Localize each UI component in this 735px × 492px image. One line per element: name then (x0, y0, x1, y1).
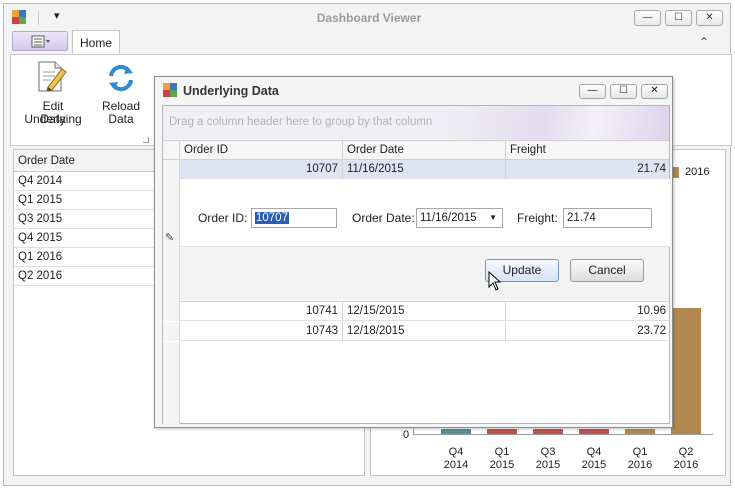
x-label-q1-2016: Q1 2016 (627, 446, 653, 471)
column-header-order-date[interactable]: Order Date (343, 141, 506, 160)
x-label-q4-2015: Q4 2015 (581, 446, 607, 471)
table-row[interactable]: 10707 11/16/2015 21.74 (163, 160, 669, 179)
reload-data-label-2: Data (108, 112, 134, 126)
order-id-input[interactable]: 10707 (251, 208, 337, 228)
group-panel[interactable]: Drag a column header here to group by th… (163, 106, 669, 141)
x-label-q2-2016: Q2 2016 (673, 446, 699, 471)
window-title: Dashboard Viewer (316, 11, 422, 25)
mouse-cursor-icon (488, 271, 502, 291)
order-id-selected-text: 10707 (255, 212, 289, 224)
row-indicator[interactable] (163, 322, 180, 341)
tab-home[interactable]: Home (72, 30, 120, 55)
row-indicator[interactable] (163, 160, 180, 179)
freight-input[interactable]: 21.74 (563, 208, 652, 228)
qat-separator (38, 11, 39, 25)
dialog-app-icon (163, 83, 177, 97)
dialog-close-button[interactable]: ✕ (641, 84, 668, 99)
edit-underlying-data-label-2: Data (40, 112, 66, 126)
column-header-row: Order ID Order Date Freight (163, 141, 669, 160)
qat-customize-icon[interactable]: ▾ (54, 9, 66, 23)
reload-icon (109, 64, 133, 92)
x-label-q3-2015: Q3 2015 (535, 446, 561, 471)
edit-document-icon (38, 61, 67, 92)
order-date-value: 11/16/2015 (420, 212, 477, 224)
row-indicator-header[interactable] (163, 141, 180, 160)
dialog-title: Underlying Data (183, 84, 279, 98)
ribbon-collapse-icon[interactable]: ⌃ (696, 35, 712, 49)
group-panel-hint: Drag a column header here to group by th… (169, 116, 433, 128)
reload-data-button[interactable]: Reload Data (101, 60, 141, 128)
x-label-q1-2015: Q1 2015 (489, 446, 515, 471)
dialog-maximize-button[interactable]: ☐ (610, 84, 637, 99)
bar-q1-2016[interactable] (625, 429, 655, 434)
edit-row-indicator: ✎ (163, 179, 180, 302)
bar-q3-2015[interactable] (533, 429, 563, 434)
chevron-down-icon[interactable]: ▼ (489, 209, 497, 227)
close-button[interactable]: ✕ (696, 10, 723, 26)
dialog-minimize-button[interactable]: — (579, 84, 606, 99)
order-date-label: Order Date: (352, 211, 415, 225)
menu-icon (31, 35, 50, 48)
inline-edit-form: ✎ Order ID: 10707 Order Date: 11/16/2015… (163, 179, 670, 302)
order-date-picker[interactable]: 11/16/2015 ▼ (416, 208, 503, 228)
bar-q4-2014[interactable] (441, 429, 471, 434)
column-header-freight[interactable]: Freight (506, 141, 670, 160)
cell-order-date[interactable]: 11/16/2015 (343, 160, 506, 179)
cell-order-date[interactable]: 12/15/2015 (343, 302, 506, 321)
y-axis-zero-label: 0 (403, 429, 410, 441)
cell-order-date[interactable]: 12/18/2015 (343, 322, 506, 341)
app-icon (12, 10, 26, 24)
application-menu-button[interactable] (12, 31, 68, 51)
bar-q2-2016[interactable] (671, 308, 701, 434)
column-header-order-id[interactable]: Order ID (180, 141, 343, 160)
row-indicator-filler (163, 342, 180, 424)
cell-order-id[interactable]: 10743 (180, 322, 343, 341)
cell-order-id[interactable]: 10741 (180, 302, 343, 321)
order-id-label: Order ID: (198, 211, 248, 225)
cell-freight[interactable]: 10.96 (506, 302, 670, 321)
bar-q4-2015[interactable] (579, 429, 609, 434)
row-indicator[interactable] (163, 302, 180, 321)
cancel-button[interactable]: Cancel (570, 259, 644, 282)
legend-label-2016: 2016 (685, 166, 710, 178)
table-row[interactable]: 10741 12/15/2015 10.96 (163, 302, 669, 321)
underlying-data-dialog: Underlying Data — ☐ ✕ Drag a column head… (154, 76, 673, 428)
main-window: ▾ Dashboard Viewer — ☐ ✕ Home ⌃ Edit Und… (3, 3, 732, 486)
chart-axis-tick (413, 429, 414, 435)
chart-x-axis (413, 434, 713, 435)
maximize-button[interactable]: ☐ (665, 10, 692, 26)
cell-freight[interactable]: 23.72 (506, 322, 670, 341)
x-label-q4-2014: Q4 2014 (443, 446, 469, 471)
cell-freight[interactable]: 21.74 (506, 160, 670, 179)
table-row[interactable]: 10743 12/18/2015 23.72 (163, 322, 669, 341)
group-dialog-launcher-icon[interactable] (143, 137, 149, 143)
cell-order-id[interactable]: 10707 (180, 160, 343, 179)
edit-underlying-data-button[interactable]: Edit Underlying Data (13, 60, 93, 128)
minimize-button[interactable]: — (634, 10, 661, 26)
bar-q1-2015[interactable] (487, 429, 517, 434)
underlying-data-grid: Drag a column header here to group by th… (162, 105, 670, 424)
edit-pencil-icon: ✎ (165, 232, 175, 244)
freight-label: Freight: (517, 211, 558, 225)
